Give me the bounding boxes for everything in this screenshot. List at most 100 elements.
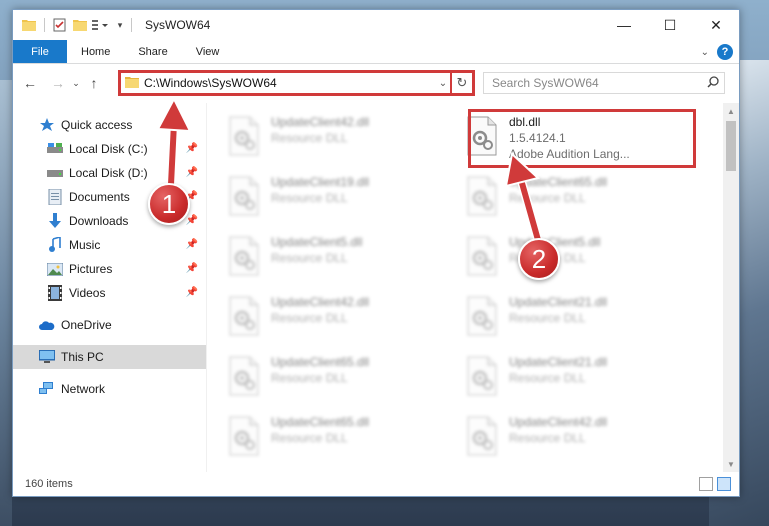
search-box[interactable]: Search SysWOW64: [483, 72, 725, 94]
file-type: Resource DLL: [509, 371, 586, 385]
pin-icon[interactable]: 📌: [186, 239, 198, 250]
sidebar-item-label: Local Disk (C:): [69, 142, 148, 156]
dropdown-arrow-icon[interactable]: ▾: [112, 17, 128, 33]
pin-icon[interactable]: 📌: [186, 263, 198, 274]
file-text: UpdateClient21.dll Resource DLL: [509, 291, 607, 326]
tab-home[interactable]: Home: [67, 40, 124, 63]
address-path[interactable]: C:\Windows\SysWOW64: [144, 76, 436, 90]
search-input[interactable]: Search SysWOW64: [492, 76, 702, 90]
sidebar-item-onedrive[interactable]: OneDrive: [13, 313, 206, 337]
file-text: UpdateClient21.dll Resource DLL: [509, 351, 607, 386]
vertical-scrollbar[interactable]: ▲ ▼: [723, 103, 739, 472]
address-dropdown-icon[interactable]: ⌄: [436, 78, 450, 89]
file-type: Resource DLL: [509, 311, 586, 325]
dll-file-icon: [465, 233, 499, 279]
forward-button[interactable]: →: [47, 72, 69, 94]
pin-icon[interactable]: 📌: [186, 215, 198, 226]
documents-icon: [47, 189, 63, 205]
pin-icon[interactable]: 📌: [186, 143, 198, 154]
sidebar-item-local-disk-c[interactable]: Local Disk (C:) 📌: [13, 137, 206, 161]
sidebar-item-network[interactable]: Network: [13, 377, 206, 401]
dll-file-icon: [227, 413, 261, 459]
sidebar-item-label: Downloads: [69, 214, 129, 228]
sidebar-item-label: OneDrive: [61, 318, 112, 332]
sidebar-item-label: Quick access: [61, 118, 133, 132]
details-view-button[interactable]: [699, 477, 713, 491]
status-bar: 160 items: [13, 472, 739, 496]
list-item[interactable]: UpdateClient19.dll Resource DLL: [227, 171, 457, 229]
dll-file-icon: [465, 353, 499, 399]
sidebar-item-label: This PC: [61, 350, 104, 364]
title-bar: ▾ SysWOW64 — ☐ ✕: [13, 10, 739, 40]
tiles-view-button[interactable]: [717, 477, 731, 491]
sidebar-item-local-disk-d[interactable]: Local Disk (D:) 📌: [13, 161, 206, 185]
file-type: Resource DLL: [271, 431, 348, 445]
maximize-button[interactable]: ☐: [647, 10, 693, 40]
pin-icon[interactable]: 📌: [186, 287, 198, 298]
sidebar-item-this-pc[interactable]: This PC: [13, 345, 206, 369]
new-folder-icon[interactable]: [72, 17, 88, 33]
sidebar-item-music[interactable]: Music 📌: [13, 233, 206, 257]
step-badge-2: 2: [518, 238, 560, 280]
file-type: 1.5.4124.1: [509, 131, 566, 145]
close-button[interactable]: ✕: [693, 10, 739, 40]
scroll-down-icon[interactable]: ▼: [723, 456, 739, 472]
view-buttons: [699, 477, 731, 491]
file-name: UpdateClient42.dll: [509, 415, 608, 429]
list-item[interactable]: UpdateClient42.dll Resource DLL: [227, 111, 457, 169]
list-item[interactable]: UpdateClient42.dll Resource DLL: [227, 291, 457, 349]
scrollbar-thumb[interactable]: [726, 121, 736, 171]
tab-file[interactable]: File: [13, 40, 67, 63]
list-item[interactable]: UpdateClient65.dll Resource DLL: [227, 351, 457, 409]
expand-ribbon-icon[interactable]: ⌄: [701, 47, 709, 58]
pin-icon[interactable]: 📌: [186, 167, 198, 178]
address-bar[interactable]: C:\Windows\SysWOW64 ⌄ ↻: [118, 70, 475, 96]
file-name: UpdateClient65.dll: [271, 415, 370, 429]
sidebar-item-videos[interactable]: Videos 📌: [13, 281, 206, 305]
videos-icon: [47, 285, 63, 301]
quick-access-toolbar: ▾: [13, 17, 128, 33]
list-item[interactable]: UpdateClient65.dll Resource DLL: [465, 171, 695, 229]
up-button[interactable]: ↑: [83, 72, 105, 94]
sidebar-item-pictures[interactable]: Pictures 📌: [13, 257, 206, 281]
sidebar-item-label: Documents: [69, 190, 130, 204]
explorer-window: ▾ SysWOW64 — ☐ ✕ File Home Share View ⌄ …: [12, 9, 740, 497]
list-item[interactable]: UpdateClient21.dll Resource DLL: [465, 291, 695, 349]
pictures-icon: [47, 261, 63, 277]
refresh-icon[interactable]: ↻: [450, 73, 472, 93]
list-item[interactable]: UpdateClient65.dll Resource DLL: [227, 411, 457, 469]
tab-view[interactable]: View: [182, 40, 234, 63]
file-text: UpdateClient42.dll Resource DLL: [271, 291, 369, 326]
list-item[interactable]: UpdateClient5.dll Resource DLL: [465, 231, 695, 289]
file-name: dbl.dll: [509, 115, 541, 129]
file-type: Resource DLL: [271, 191, 348, 205]
back-button[interactable]: ←: [19, 72, 41, 94]
tab-share[interactable]: Share: [124, 40, 181, 63]
file-name: UpdateClient42.dll: [271, 115, 370, 129]
file-name: UpdateClient65.dll: [271, 355, 370, 369]
dll-file-icon: [227, 353, 261, 399]
list-item[interactable]: UpdateClient42.dll Resource DLL: [465, 411, 695, 469]
dll-file-icon: [227, 233, 261, 279]
file-name: UpdateClient42.dll: [271, 295, 370, 309]
sidebar-item-quick-access[interactable]: Quick access: [13, 113, 206, 137]
help-icon[interactable]: ?: [717, 44, 733, 60]
properties-icon[interactable]: [52, 17, 68, 33]
search-icon[interactable]: [702, 75, 724, 91]
minimize-button[interactable]: —: [601, 10, 647, 40]
list-item[interactable]: UpdateClient5.dll Resource DLL: [227, 231, 457, 289]
recent-locations-button[interactable]: ⌄: [69, 72, 83, 94]
scroll-up-icon[interactable]: ▲: [723, 103, 739, 119]
list-item[interactable]: UpdateClient21.dll Resource DLL: [465, 351, 695, 409]
list-item[interactable]: dbl.dll 1.5.4124.1 Adobe Audition Lang..…: [465, 111, 695, 169]
folder-icon: [125, 76, 139, 91]
file-type: Resource DLL: [271, 311, 348, 325]
sidebar-item-label: Local Disk (D:): [69, 166, 148, 180]
customize-toolbar-icon[interactable]: [92, 17, 108, 33]
file-text: UpdateClient65.dll Resource DLL: [509, 171, 607, 206]
sidebar-item-label: Network: [61, 382, 106, 396]
computer-icon: [39, 349, 55, 365]
file-text: UpdateClient42.dll Resource DLL: [509, 411, 607, 446]
dll-file-icon: [227, 293, 261, 339]
